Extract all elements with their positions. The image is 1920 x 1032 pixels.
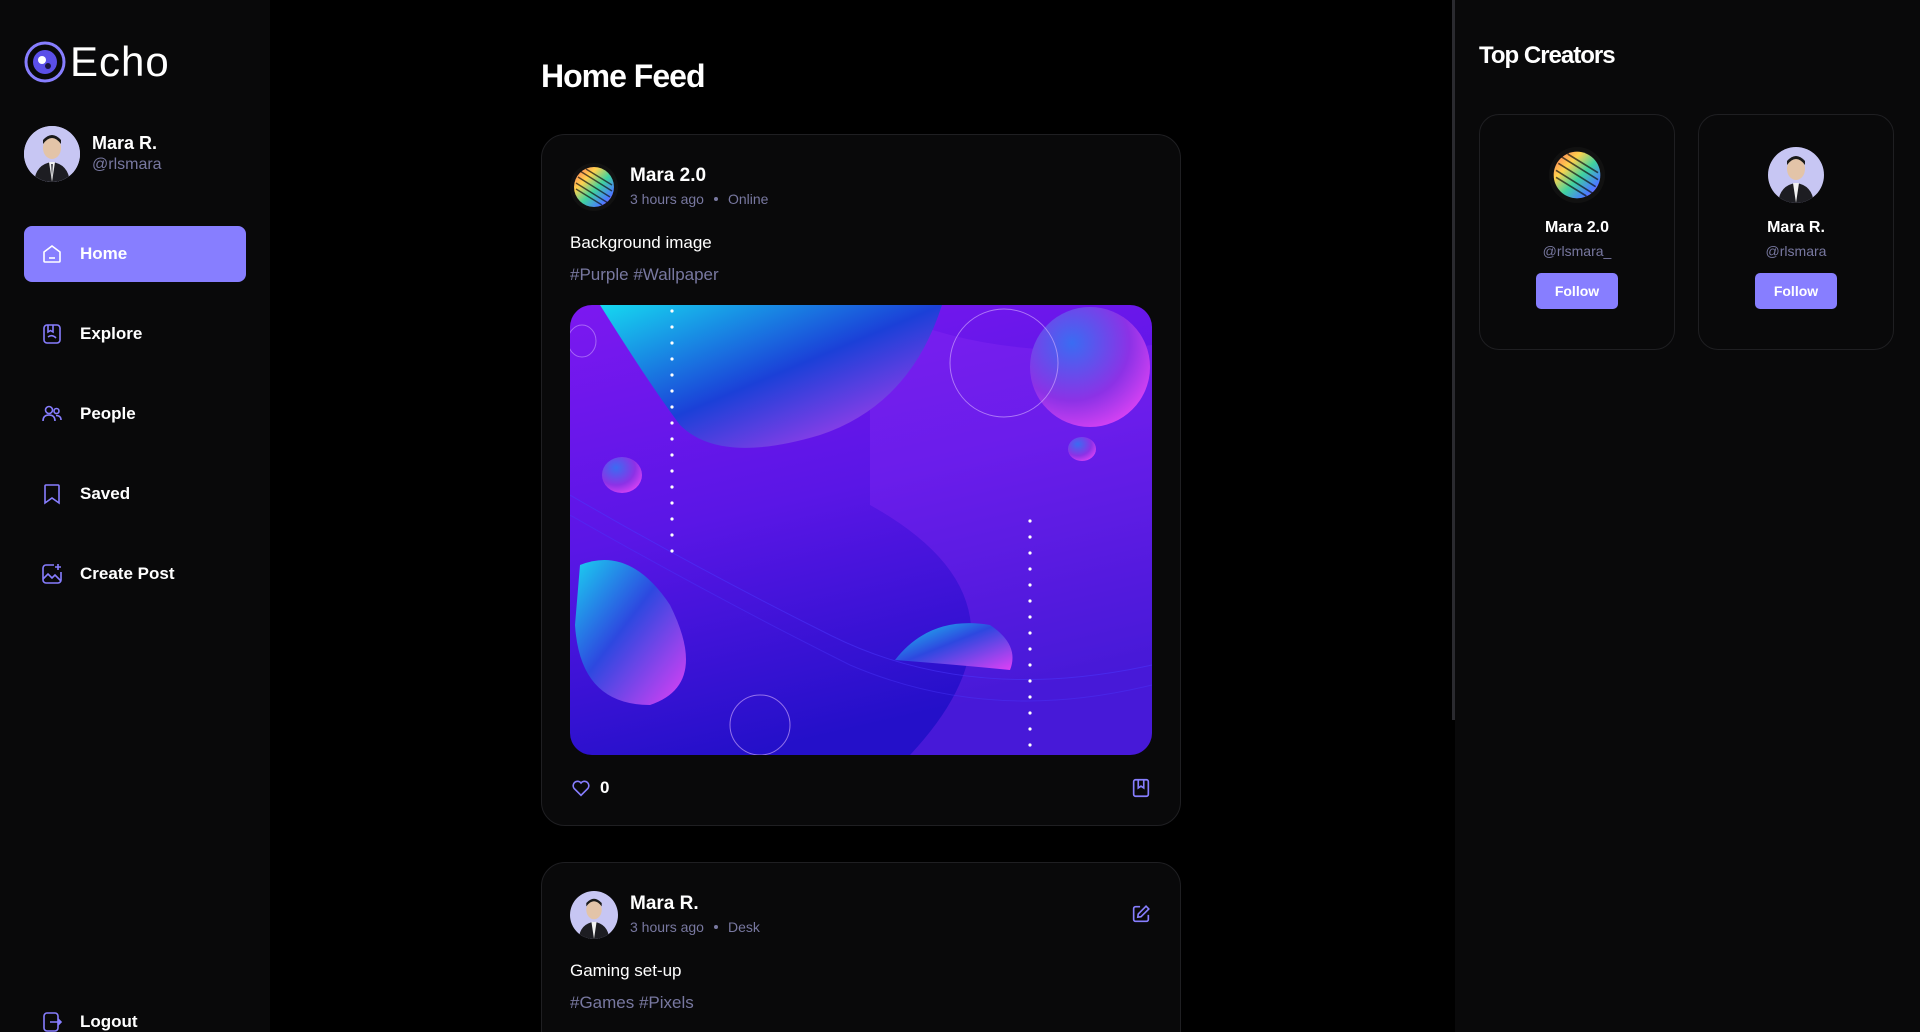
- nav-label-saved: Saved: [80, 484, 131, 503]
- post-actions: 0: [570, 777, 609, 799]
- post-author-avatar[interactable]: [570, 163, 618, 211]
- post-header: Mara R. 3 hours ago Desk: [570, 891, 760, 939]
- heart-icon[interactable]: [570, 777, 592, 799]
- nav-item-home[interactable]: Home: [24, 226, 246, 282]
- post-tags: #Games #Pixels: [570, 993, 694, 1012]
- left-sidebar: Echo Mara R. @rlsmara Home Explore Peopl…: [0, 0, 270, 1032]
- post-card: Mara 2.0 3 hours ago Online Background i…: [541, 134, 1181, 826]
- main-feed[interactable]: Home Feed Mara 2.0 3 hours ago Online Ba…: [270, 0, 1452, 1032]
- creator-name: Mara R.: [1767, 219, 1825, 236]
- logo[interactable]: Echo: [24, 38, 170, 86]
- rainbow-orb-icon: [570, 163, 618, 211]
- post-subline: 3 hours ago Online: [630, 188, 768, 210]
- current-user-profile[interactable]: Mara R. @rlsmara: [24, 126, 162, 182]
- post-author-name[interactable]: Mara 2.0: [630, 164, 768, 188]
- post-caption: Gaming set-up: [570, 961, 682, 980]
- app-root: Echo Mara R. @rlsmara Home Explore Peopl…: [0, 0, 1920, 1032]
- separator-dot: [713, 925, 718, 929]
- follow-button[interactable]: Follow: [1755, 273, 1837, 309]
- echo-logo-icon: [24, 41, 66, 83]
- nav-item-explore[interactable]: Explore: [24, 306, 246, 362]
- post-time: 3 hours ago: [630, 191, 704, 207]
- right-panel: Top Creators Mara 2.0 @rlsmara_ Follow M…: [1455, 0, 1920, 1032]
- creator-avatar: [1549, 147, 1605, 203]
- post-author-avatar[interactable]: [570, 891, 618, 939]
- bookmark-icon[interactable]: [1130, 777, 1152, 799]
- post-tags: #Purple #Wallpaper: [570, 265, 719, 284]
- creator-card[interactable]: Mara R. @rlsmara Follow: [1698, 114, 1894, 350]
- creator-handle: @rlsmara: [1765, 243, 1827, 259]
- creator-name: Mara 2.0: [1544, 219, 1610, 236]
- bookmark-icon: [44, 484, 60, 505]
- post-location: Desk: [727, 919, 760, 935]
- logout-button[interactable]: Logout: [24, 1004, 246, 1032]
- nav-label-people: People: [80, 404, 136, 423]
- nav-label-explore: Explore: [80, 324, 143, 343]
- post-author-name[interactable]: Mara R.: [630, 892, 760, 916]
- separator-dot: [713, 197, 718, 201]
- follow-button[interactable]: Follow: [1536, 273, 1618, 309]
- nav-label-create-post: Create Post: [80, 564, 175, 583]
- current-user-name: Mara R.: [92, 133, 158, 153]
- people-icon: [42, 405, 62, 422]
- explore-icon: [43, 324, 61, 344]
- post-image[interactable]: [570, 305, 1152, 755]
- purple-wallpaper-image: [570, 305, 1152, 755]
- user-portrait-icon: [1768, 147, 1824, 203]
- user-portrait-icon: [24, 126, 80, 182]
- nav-label-home: Home: [80, 244, 128, 263]
- main-nav: Home Explore People Saved Create Post: [24, 226, 246, 626]
- current-user-handle: @rlsmara: [92, 156, 162, 173]
- post-location: Online: [727, 191, 769, 207]
- logout-icon: [43, 1012, 63, 1032]
- top-creators-title: Top Creators: [1479, 42, 1616, 69]
- post-time: 3 hours ago: [630, 919, 704, 935]
- post-header: Mara 2.0 3 hours ago Online: [570, 163, 768, 211]
- nav-item-saved[interactable]: Saved: [24, 466, 246, 522]
- creator-handle: @rlsmara_: [1542, 243, 1612, 259]
- post-card: Mara R. 3 hours ago Desk Gaming set-up #…: [541, 862, 1181, 1032]
- nav-item-people[interactable]: People: [24, 386, 246, 442]
- logout-label: Logout: [80, 1012, 138, 1031]
- nav-item-create-post[interactable]: Create Post: [24, 546, 246, 602]
- rainbow-orb-icon: [1549, 147, 1605, 203]
- edit-icon[interactable]: [1130, 903, 1152, 925]
- app-name: Echo: [70, 38, 170, 85]
- page-title: Home Feed: [541, 58, 705, 94]
- like-count: 0: [600, 778, 610, 797]
- home-icon: [43, 245, 61, 263]
- post-caption: Background image: [570, 233, 712, 252]
- creator-avatar: [1768, 147, 1824, 203]
- post-subline: 3 hours ago Desk: [630, 916, 760, 938]
- user-portrait-icon: [570, 891, 618, 939]
- image-add-icon: [42, 564, 62, 584]
- creator-card[interactable]: Mara 2.0 @rlsmara_ Follow: [1479, 114, 1675, 350]
- avatar: [24, 126, 80, 182]
